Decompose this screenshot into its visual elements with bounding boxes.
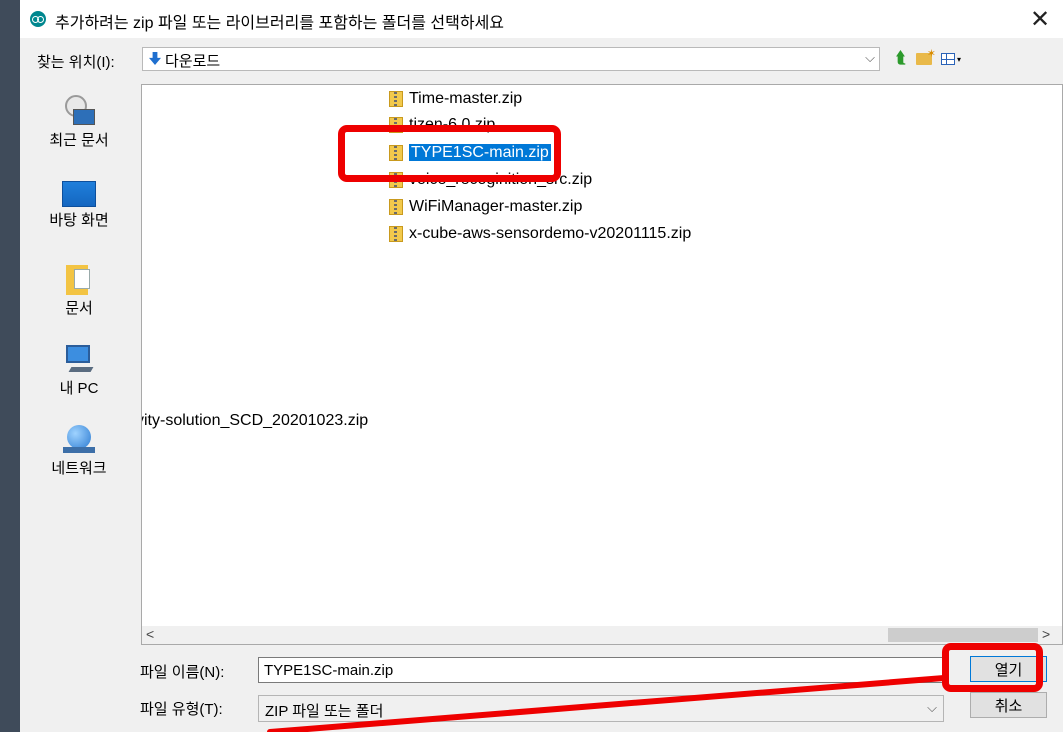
file-name: tizen-6.0.zip	[409, 116, 496, 133]
file-name: x-cube-aws-sensordemo-v20201115.zip	[409, 225, 692, 242]
dialog-title: 추가하려는 zip 파일 또는 라이브러리를 포함하는 폴더를 선택하세요	[55, 15, 505, 32]
view-menu-icon	[940, 53, 955, 65]
zip-file-icon	[389, 226, 403, 242]
scroll-right-icon[interactable]: >	[1042, 626, 1050, 642]
file-item[interactable]: WiFiManager-master.zip	[387, 196, 586, 218]
place-label: 최근 문서	[49, 132, 109, 149]
up-folder-icon: ⮬	[896, 50, 906, 67]
file-list[interactable]: Time-master.zip tizen-6.0.zip TYPE1SC-ma…	[141, 84, 1063, 645]
chevron-down-icon: ⌵	[927, 700, 937, 715]
file-item[interactable]: voice_recoginition_src.zip	[387, 169, 596, 191]
file-name: TYPE1SC-main.zip	[408, 143, 552, 162]
zip-file-icon	[389, 199, 403, 215]
downloads-folder-icon	[149, 52, 161, 65]
network-icon	[63, 425, 95, 455]
background-strip	[0, 0, 20, 732]
filename-input[interactable]	[258, 657, 944, 683]
new-folder-button[interactable]: ✶	[913, 48, 936, 69]
new-folder-icon: ✶	[916, 48, 936, 65]
arduino-app-icon	[30, 11, 46, 27]
place-label: 내 PC	[59, 380, 99, 397]
horizontal-scrollbar[interactable]: < >	[142, 626, 1062, 644]
place-this-pc[interactable]: 내 PC	[20, 345, 138, 398]
zip-file-icon	[389, 91, 403, 107]
place-documents[interactable]: 문서	[20, 263, 138, 318]
file-name: WiFiManager-master.zip	[409, 198, 583, 215]
place-desktop[interactable]: 바탕 화면	[20, 175, 138, 230]
scrollbar-thumb[interactable]	[888, 628, 1038, 642]
chevron-down-icon: ⌵	[865, 50, 875, 65]
documents-folder-icon	[66, 263, 92, 295]
computer-icon	[64, 345, 94, 375]
dropdown-arrow-icon: ▾	[956, 54, 961, 64]
file-open-dialog: 추가하려는 zip 파일 또는 라이브러리를 포함하는 폴더를 선택하세요 ✕ …	[20, 0, 1063, 732]
title-bar: 추가하려는 zip 파일 또는 라이브러리를 포함하는 폴더를 선택하세요 ✕	[20, 0, 1063, 38]
zip-file-icon	[389, 117, 403, 133]
filetype-select[interactable]: ZIP 파일 또는 폴더 ⌵	[258, 695, 944, 722]
up-folder-button[interactable]: ⮬	[891, 49, 911, 69]
file-item[interactable]: tizen-6.0.zip	[387, 114, 499, 136]
place-label: 바탕 화면	[49, 212, 109, 229]
file-item[interactable]: Time-master.zip	[387, 88, 526, 110]
desktop-icon	[62, 181, 96, 207]
filename-label: 파일 이름(N):	[140, 664, 225, 681]
zip-file-icon	[389, 172, 403, 188]
look-in-combobox[interactable]: 다운로드 ⌵	[142, 47, 880, 71]
place-recent-documents[interactable]: 최근 문서	[20, 95, 138, 150]
close-button[interactable]: ✕	[1017, 0, 1063, 38]
filetype-value: ZIP 파일 또는 폴더	[265, 703, 384, 720]
file-name: vity-solution_SCD_20201023.zip	[141, 412, 369, 429]
place-label: 문서	[65, 300, 93, 317]
filetype-label: 파일 유형(T):	[140, 701, 223, 718]
file-item-selected[interactable]: TYPE1SC-main.zip	[387, 142, 555, 164]
place-network[interactable]: 네트워크	[20, 425, 138, 478]
look-in-value: 다운로드	[165, 53, 221, 70]
view-menu-button[interactable]: ▾	[938, 49, 964, 69]
cancel-button[interactable]: 취소	[970, 692, 1047, 718]
zip-file-icon	[389, 145, 403, 161]
place-label: 네트워크	[51, 460, 107, 477]
recent-documents-icon	[63, 95, 95, 127]
places-sidebar: 최근 문서 바탕 화면 문서 내 PC 네트워크	[20, 85, 138, 595]
file-item[interactable]: x-cube-aws-sensordemo-v20201115.zip	[387, 223, 695, 245]
close-icon: ✕	[1029, 5, 1051, 33]
scroll-left-icon[interactable]: <	[146, 626, 154, 642]
file-name: Time-master.zip	[409, 90, 523, 107]
look-in-label: 찾는 위치(I):	[37, 54, 115, 71]
file-name: voice_recoginition_src.zip	[409, 171, 593, 188]
open-button[interactable]: 열기	[970, 656, 1047, 682]
file-item-clipped[interactable]: vity-solution_SCD_20201023.zip	[141, 410, 372, 432]
